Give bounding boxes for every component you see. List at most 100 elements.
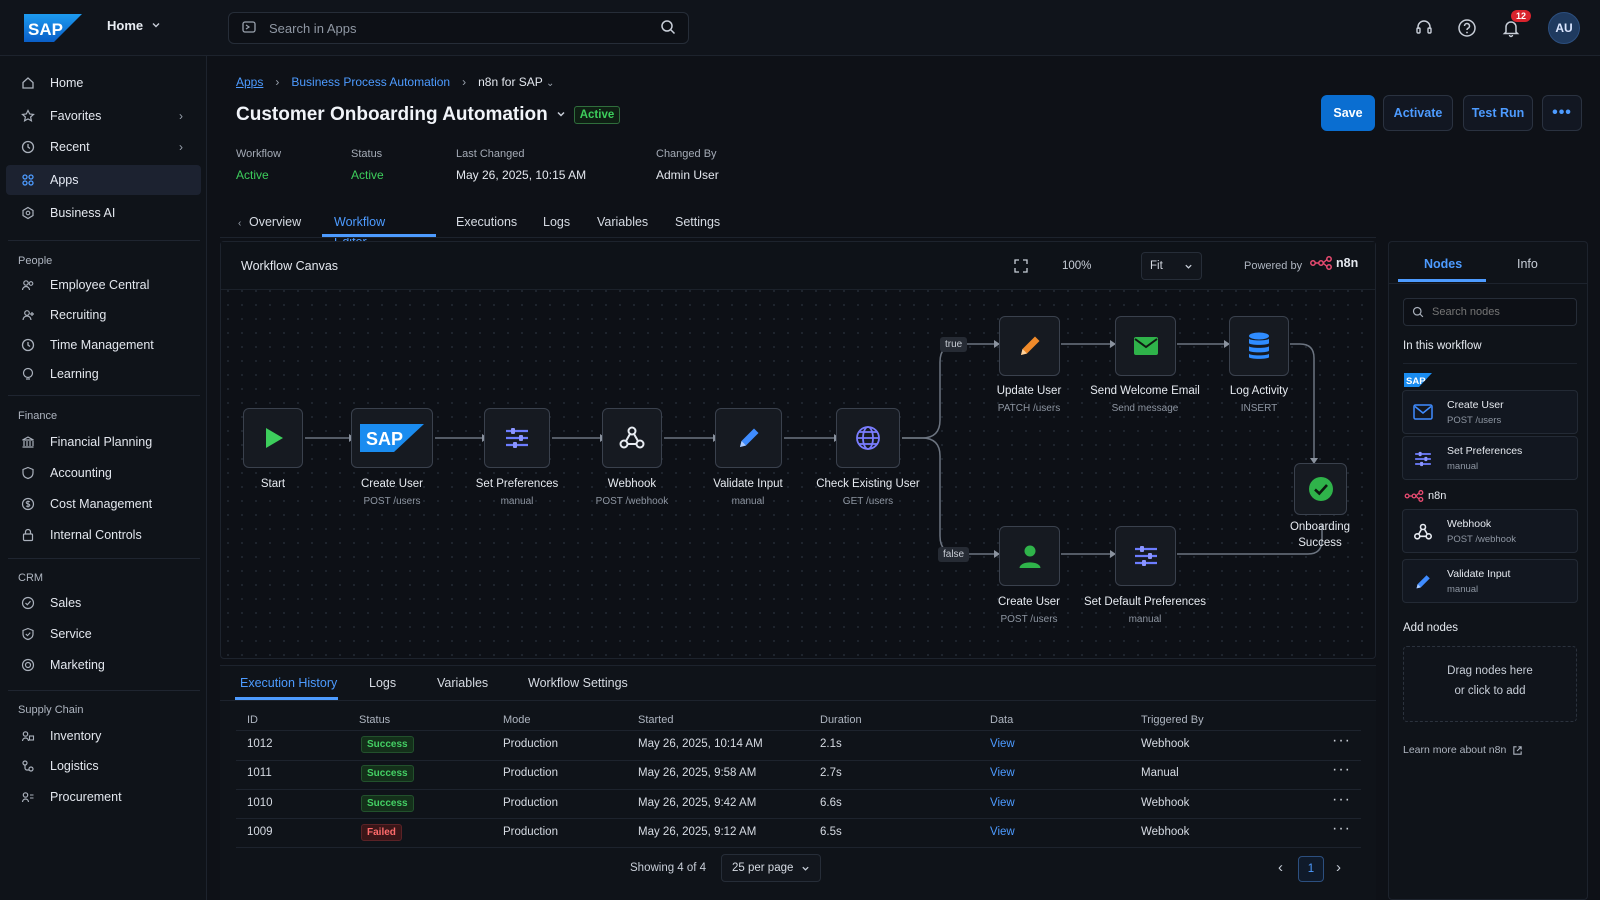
view-data-link[interactable]: View (990, 797, 1015, 809)
column-header-id[interactable]: ID (247, 714, 258, 726)
sidebar-item-home[interactable]: Home (6, 68, 201, 98)
sidebar-item-recent[interactable]: Recent › (6, 132, 201, 162)
page-title[interactable]: Customer Onboarding Automation (236, 104, 548, 126)
node-create-user-2[interactable] (999, 526, 1060, 586)
notifications-bell-icon[interactable]: 12 (1499, 10, 1531, 40)
node-log-activity[interactable] (1229, 316, 1289, 376)
app-search[interactable] (228, 12, 689, 44)
row-more-icon[interactable]: ··· (1332, 761, 1351, 779)
panel-node-validate-input[interactable]: Validate Input manual (1402, 559, 1578, 603)
view-data-link[interactable]: View (990, 738, 1015, 750)
panel-node-sub: manual (1447, 584, 1479, 595)
node-onboarding-success[interactable] (1294, 463, 1347, 515)
tab-workflow-editor[interactable]: Workflow Editor (334, 212, 385, 249)
cell-mode: Production (503, 767, 558, 779)
sidebar-item-marketing[interactable]: Marketing (6, 650, 201, 680)
panel-tab-nodes[interactable]: Nodes (1424, 257, 1462, 271)
next-page-icon[interactable]: › (1336, 859, 1341, 876)
column-header-data[interactable]: Data (990, 714, 1013, 726)
node-send-welcome-email[interactable] (1115, 316, 1176, 376)
page-title-row: Customer Onboarding Automation Active (236, 104, 621, 126)
node-start[interactable] (243, 408, 303, 468)
sidebar-item-recruiting[interactable]: Recruiting (6, 300, 201, 330)
sidebar-item-employee-central[interactable]: Employee Central (6, 270, 201, 300)
zoom-level[interactable]: 100% (1062, 260, 1091, 272)
column-header-duration[interactable]: Duration (820, 714, 862, 726)
per-page-select[interactable]: 25 per page (721, 854, 821, 882)
more-actions-button[interactable]: ••• (1542, 95, 1582, 131)
sidebar-item-logistics[interactable]: Logistics (6, 751, 201, 781)
tab-bottom-variables[interactable]: Variables (437, 676, 488, 690)
app-search-input[interactable] (269, 20, 660, 36)
help-icon[interactable] (1455, 16, 1479, 40)
meta-workflow-value: Active (236, 168, 269, 182)
panel-tab-info[interactable]: Info (1517, 257, 1538, 271)
tab-settings[interactable]: Settings (675, 212, 720, 244)
test-run-button[interactable]: Test Run (1463, 95, 1533, 131)
sap-logo[interactable]: SAP (24, 14, 82, 42)
column-header-status[interactable]: Status (359, 714, 390, 726)
headset-icon[interactable] (1412, 16, 1436, 40)
node-set-default-preferences[interactable] (1115, 526, 1176, 586)
sidebar-item-service[interactable]: Service (6, 619, 201, 649)
row-more-icon[interactable]: ··· (1332, 820, 1351, 838)
breadcrumb-apps[interactable]: Apps (236, 75, 263, 89)
canvas-title: Workflow Canvas (241, 259, 339, 273)
column-header-started[interactable]: Started (638, 714, 673, 726)
search-icon[interactable] (660, 19, 676, 38)
node-search[interactable] (1403, 298, 1577, 326)
sidebar-item-favorites[interactable]: Favorites › (6, 101, 201, 131)
sidebar-item-business-ai[interactable]: Business AI (6, 198, 201, 228)
add-nodes-dropzone[interactable]: Drag nodes here or click to add (1403, 646, 1577, 722)
sidebar-item-procurement[interactable]: Procurement (6, 782, 201, 812)
node-search-input[interactable] (1432, 306, 1562, 318)
panel-node-set-preferences[interactable]: Set Preferences manual (1402, 436, 1578, 480)
home-menu[interactable]: Home (107, 18, 161, 33)
view-data-link[interactable]: View (990, 767, 1015, 779)
tab-overview[interactable]: Overview (249, 212, 301, 244)
node-validate-input[interactable] (715, 408, 782, 468)
cell-id: 1012 (247, 738, 273, 750)
view-data-link[interactable]: View (990, 826, 1015, 838)
table-row[interactable] (236, 819, 1361, 848)
column-header-mode[interactable]: Mode (503, 714, 531, 726)
tab-executions[interactable]: Executions (456, 212, 517, 244)
sidebar-item-time-management[interactable]: Time Management (6, 330, 201, 360)
sidebar-item-financial-planning[interactable]: Financial Planning (6, 427, 201, 457)
node-set-preferences[interactable] (484, 408, 550, 468)
sidebar-item-internal-controls[interactable]: Internal Controls (6, 520, 201, 550)
node-webhook[interactable] (602, 408, 662, 468)
learn-more-link[interactable]: Learn more about n8n (1403, 744, 1523, 756)
clock-icon (20, 139, 36, 155)
row-more-icon[interactable]: ··· (1332, 791, 1351, 809)
panel-node-create-user[interactable]: Create User POST /users (1402, 390, 1578, 434)
column-header-triggered-by[interactable]: Triggered By (1141, 714, 1204, 726)
sidebar-item-sales[interactable]: Sales (6, 588, 201, 618)
sidebar-item-inventory[interactable]: Inventory (6, 721, 201, 751)
chevron-down-icon[interactable] (556, 108, 566, 122)
tab-bottom-logs[interactable]: Logs (369, 676, 396, 690)
sidebar-item-learning[interactable]: Learning (6, 359, 201, 389)
activate-button[interactable]: Activate (1383, 95, 1453, 131)
breadcrumb-bpa[interactable]: Business Process Automation (291, 75, 450, 89)
cell-duration: 2.1s (820, 738, 842, 750)
node-update-user[interactable] (999, 316, 1060, 376)
panel-node-webhook[interactable]: Webhook POST /webhook (1402, 509, 1578, 553)
user-avatar[interactable]: AU (1548, 12, 1580, 44)
fit-select[interactable]: Fit (1141, 252, 1202, 280)
prev-page-icon[interactable]: ‹ (1278, 859, 1283, 876)
tab-variables[interactable]: Variables (597, 212, 648, 244)
row-more-icon[interactable]: ··· (1332, 732, 1351, 750)
fullscreen-icon[interactable] (1014, 259, 1028, 276)
tab-workflow-settings[interactable]: Workflow Settings (528, 676, 628, 690)
node-check-existing-user[interactable] (836, 408, 900, 468)
sidebar-item-accounting[interactable]: Accounting (6, 458, 201, 488)
tab-execution-history[interactable]: Execution History (240, 676, 337, 690)
node-create-user-sap[interactable]: SAP (351, 408, 433, 468)
breadcrumb-current[interactable]: n8n for SAP ⌄ (478, 75, 554, 89)
page-number-button[interactable]: 1 (1298, 856, 1324, 882)
tab-logs[interactable]: Logs (543, 212, 570, 244)
sidebar-item-apps[interactable]: Apps (6, 165, 201, 195)
sidebar-item-cost-management[interactable]: Cost Management (6, 489, 201, 519)
save-button[interactable]: Save (1321, 95, 1375, 131)
